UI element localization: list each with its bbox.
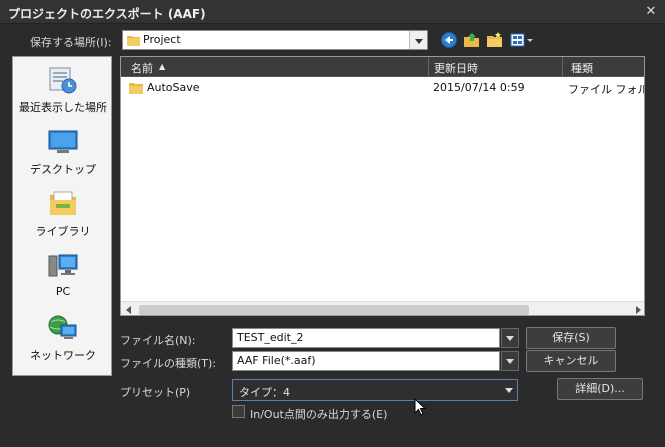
filename-label: ファイル名(N): (120, 334, 196, 347)
folder-icon (129, 83, 143, 94)
libraries-icon (50, 191, 76, 215)
cancel-button[interactable]: キャンセル (526, 350, 616, 372)
chevron-down-icon[interactable] (409, 31, 427, 49)
recent-places-icon (49, 67, 77, 94)
chevron-down-icon[interactable] (505, 388, 513, 393)
inout-checkbox[interactable] (232, 405, 245, 418)
filename-input[interactable]: TEST_edit_2 (232, 328, 500, 348)
table-row[interactable]: AutoSave 2015/07/14 0:59 ファイル フォルダー (121, 79, 644, 97)
sort-ascending-icon: ▲ (159, 62, 166, 71)
place-libraries[interactable]: ライブラリ (13, 185, 113, 243)
place-label: デスクトップ (30, 163, 96, 176)
column-separator[interactable] (562, 57, 563, 77)
column-date[interactable]: 更新日時 (434, 60, 478, 76)
filename-value: TEST_edit_2 (237, 331, 304, 344)
mouse-cursor-icon (414, 398, 427, 416)
column-separator[interactable] (428, 57, 429, 77)
save-button[interactable]: 保存(S) (526, 327, 616, 349)
scroll-left-icon[interactable] (126, 306, 131, 314)
preset-label: プリセット(P) (120, 386, 191, 399)
filetype-label: ファイルの種類(T): (120, 357, 217, 370)
file-date: 2015/07/14 0:59 (433, 81, 525, 94)
folder-icon (127, 36, 140, 46)
network-icon (48, 315, 77, 339)
filetype-dropdown[interactable] (501, 351, 519, 371)
file-name: AutoSave (147, 81, 200, 94)
title-bar: プロジェクトのエクスポート (AAF) ✕ (0, 0, 665, 24)
up-folder-icon[interactable] (463, 31, 481, 49)
place-pc[interactable]: PC (13, 247, 113, 305)
scroll-thumb[interactable] (139, 305, 529, 315)
file-list[interactable]: 名前 ▲ 更新日時 種類 AutoSave 2015/07/14 0:59 ファ… (120, 56, 645, 316)
place-recent[interactable]: 最近表示した場所 (13, 61, 113, 119)
places-bar: 最近表示した場所 デスクトップ ライブラリ PC ネットワーク (12, 56, 112, 376)
scroll-right-icon[interactable] (636, 306, 641, 314)
dialog-title: プロジェクトのエクスポート (AAF) (8, 7, 206, 21)
new-folder-icon[interactable] (486, 31, 504, 49)
filetype-value: AAF File(*.aaf) (237, 354, 316, 367)
place-label: ライブラリ (35, 225, 91, 238)
place-label: 最近表示した場所 (19, 101, 107, 114)
location-combo[interactable]: Project (122, 30, 428, 50)
filename-dropdown[interactable] (501, 328, 519, 348)
place-network[interactable]: ネットワーク (13, 309, 113, 367)
place-label: PC (55, 285, 71, 298)
place-desktop[interactable]: デスクトップ (13, 123, 113, 181)
location-label: 保存する場所(I): (30, 36, 112, 49)
preset-value: タイプ：4 (239, 386, 290, 399)
desktop-icon (48, 130, 78, 153)
column-header: 名前 ▲ 更新日時 種類 (121, 57, 644, 77)
preset-select[interactable]: タイプ：4 (232, 379, 518, 401)
back-icon[interactable] (440, 31, 458, 49)
filetype-select[interactable]: AAF File(*.aaf) (232, 351, 500, 371)
file-type: ファイル フォルダー (568, 83, 644, 96)
details-button[interactable]: 詳細(D)... (557, 378, 643, 400)
location-value: Project (143, 33, 181, 46)
computer-icon (48, 254, 78, 277)
column-type[interactable]: 種類 (571, 60, 593, 76)
inout-label[interactable]: In/Out点間のみ出力する(E) (250, 406, 387, 422)
column-name[interactable]: 名前 (131, 60, 153, 76)
view-menu-icon[interactable] (509, 31, 535, 49)
horizontal-scrollbar[interactable] (121, 301, 644, 315)
place-label: ネットワーク (30, 349, 96, 362)
close-icon[interactable]: ✕ (643, 4, 659, 20)
